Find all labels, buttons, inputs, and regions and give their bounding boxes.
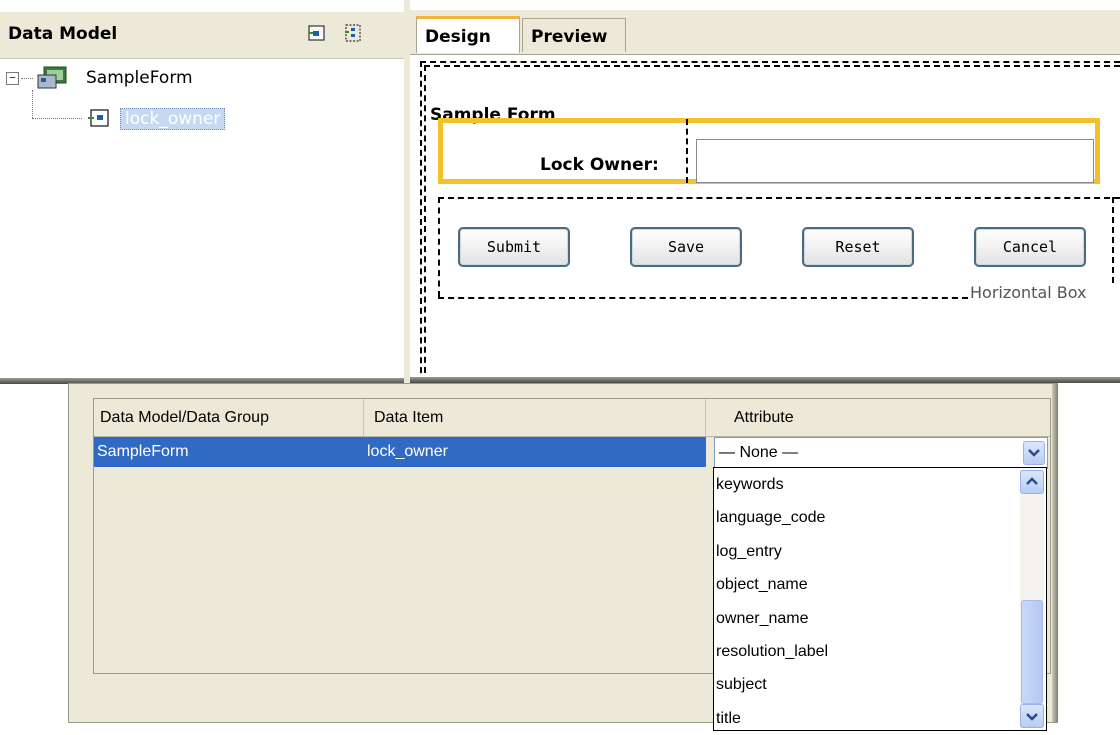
attribute-option[interactable]: log_entry	[714, 535, 1014, 568]
row-group-cell: SampleForm	[97, 443, 189, 460]
panel-right-edge	[1052, 384, 1058, 722]
lock-owner-label: Lock Owner:	[540, 155, 659, 175]
data-model-tree: − SampleForm lock_owner	[0, 58, 404, 378]
tab-preview[interactable]: Preview	[522, 18, 626, 52]
scroll-up-icon[interactable]	[1020, 470, 1044, 494]
design-panel: Design Preview Sample Form Lock Owner: S…	[410, 10, 1120, 383]
add-item-icon[interactable]	[308, 24, 326, 42]
form-frame-left	[420, 61, 422, 383]
form-frame-left-inner	[424, 65, 426, 383]
scrollbar-thumb[interactable]	[1021, 600, 1043, 704]
attribute-option[interactable]: language_code	[714, 501, 1014, 534]
reset-button[interactable]: Reset	[802, 227, 914, 267]
tab-design[interactable]: Design	[416, 16, 520, 53]
attribute-options: keywords language_code log_entry object_nam…	[714, 468, 1014, 735]
data-model-title: Data Model	[8, 24, 118, 44]
attribute-selected-value: — None —	[719, 444, 799, 461]
submit-button[interactable]: Submit	[458, 227, 570, 267]
data-model-root-icon	[37, 66, 67, 89]
attribute-option[interactable]: title	[714, 702, 1014, 735]
lock-owner-input[interactable]	[696, 139, 1094, 183]
attribute-option[interactable]: keywords	[714, 468, 1014, 501]
attribute-option[interactable]: resolution_label	[714, 635, 1014, 668]
attribute-option[interactable]: owner_name	[714, 602, 1014, 635]
hbox-frame-right	[1112, 197, 1114, 283]
form-frame-top	[420, 61, 1120, 63]
attribute-option[interactable]: object_name	[714, 568, 1014, 601]
table-row[interactable]: SampleForm lock_owner	[94, 437, 706, 467]
scroll-down-icon[interactable]	[1020, 704, 1044, 728]
data-model-header: Data Model	[0, 12, 404, 59]
attribute-select[interactable]: — None —	[714, 437, 1048, 469]
chevron-down-icon[interactable]	[1023, 441, 1045, 465]
column-header-item[interactable]: Data Item	[364, 399, 706, 436]
horizontal-box-label: Horizontal Box	[970, 283, 1087, 302]
hbox-frame-top	[438, 197, 1120, 199]
attribute-dropdown-list: keywords language_code log_entry object_nam…	[713, 467, 1047, 731]
tree-root-label[interactable]: SampleForm	[86, 68, 193, 88]
hbox-frame-left	[438, 197, 440, 297]
table-header: Data Model/Data Group Data Item Attribut…	[94, 399, 1050, 437]
data-item-icon	[88, 109, 109, 127]
form-frame-top-inner	[424, 65, 1120, 67]
design-canvas: Sample Form Lock Owner: Submit Save Rese…	[410, 55, 1120, 383]
tree-child-label[interactable]: lock_owner	[120, 108, 226, 130]
column-header-attribute[interactable]: Attribute	[706, 399, 1052, 436]
dropdown-scrollbar[interactable]	[1020, 470, 1044, 728]
cancel-button[interactable]: Cancel	[974, 227, 1086, 267]
row-item-cell: lock_owner	[367, 443, 448, 460]
tree-connector-root	[21, 78, 33, 79]
tree-connector-vertical	[32, 90, 33, 118]
column-header-group[interactable]: Data Model/Data Group	[94, 399, 364, 436]
tree-connector-horizontal	[32, 118, 82, 119]
data-model-panel: Data Model − SampleForm lock_owner	[0, 12, 404, 384]
add-group-icon[interactable]	[344, 24, 362, 42]
attribute-option[interactable]: subject	[714, 668, 1014, 701]
hbox-frame-bottom	[438, 297, 968, 299]
field-divider	[686, 119, 688, 183]
collapse-toggle-icon[interactable]: −	[6, 72, 19, 85]
tab-bar: Design Preview	[410, 10, 1120, 55]
attribute-mapping-panel: Data Model/Data Group Data Item Attribut…	[68, 383, 1058, 731]
save-button[interactable]: Save	[630, 227, 742, 267]
